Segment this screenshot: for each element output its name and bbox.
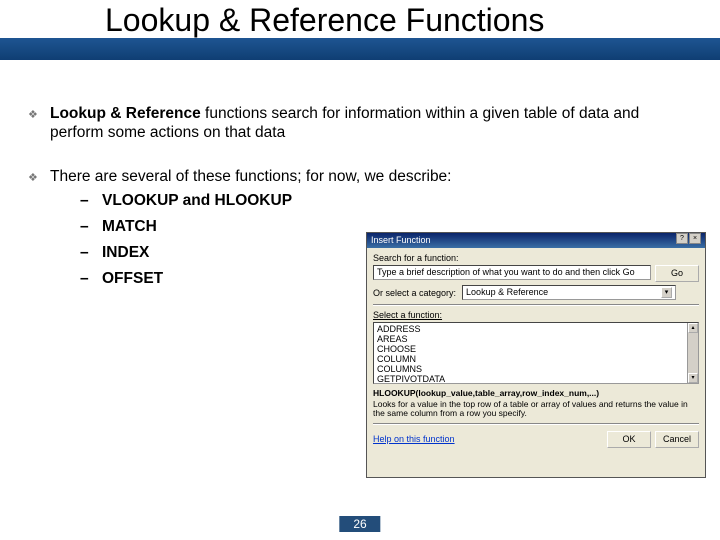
- category-value: Lookup & Reference: [466, 286, 548, 299]
- scroll-up-icon[interactable]: ▴: [688, 323, 698, 333]
- sub-item-label: VLOOKUP and HLOOKUP: [102, 192, 680, 210]
- help-icon[interactable]: ?: [676, 233, 688, 244]
- function-listbox[interactable]: ADDRESS AREAS CHOOSE COLUMN COLUMNS GETP…: [373, 322, 699, 384]
- sub-item: – VLOOKUP and HLOOKUP: [80, 192, 680, 210]
- bullet-1-bold: Lookup & Reference: [50, 105, 201, 122]
- help-link[interactable]: Help on this function: [373, 434, 455, 444]
- dialog-title-text: Insert Function: [371, 233, 431, 248]
- bullet-1-text: Lookup & Reference functions search for …: [50, 104, 680, 143]
- scrollbar[interactable]: ▴ ▾: [687, 323, 698, 383]
- function-description: Looks for a value in the top row of a ta…: [373, 400, 699, 419]
- page-number: 26: [339, 516, 380, 532]
- list-item[interactable]: COLUMN: [377, 354, 695, 364]
- bullet-2: ❖ There are several of these functions; …: [28, 167, 680, 186]
- insert-function-dialog: Insert Function ? × Search for a functio…: [366, 232, 706, 478]
- function-syntax: HLOOKUP(lookup_value,table_array,row_ind…: [373, 388, 699, 398]
- ok-button[interactable]: OK: [607, 431, 651, 448]
- separator: [373, 423, 699, 425]
- close-icon[interactable]: ×: [689, 233, 701, 244]
- dialog-titlebar[interactable]: Insert Function ? ×: [367, 233, 705, 248]
- cancel-button[interactable]: Cancel: [655, 431, 699, 448]
- list-item[interactable]: COLUMNS: [377, 364, 695, 374]
- list-item[interactable]: GETPIVOTDATA: [377, 374, 695, 384]
- dash-bullet-icon: –: [80, 192, 102, 210]
- diamond-bullet-icon: ❖: [28, 167, 50, 186]
- separator: [373, 304, 699, 306]
- list-item[interactable]: AREAS: [377, 334, 695, 344]
- search-input[interactable]: Type a brief description of what you wan…: [373, 265, 651, 280]
- scroll-down-icon[interactable]: ▾: [688, 373, 698, 383]
- chevron-down-icon[interactable]: ▾: [661, 287, 672, 298]
- bullet-1: ❖ Lookup & Reference functions search fo…: [28, 104, 680, 143]
- title-band: [0, 38, 720, 60]
- select-fn-label: Select a function:: [373, 310, 699, 320]
- category-select[interactable]: Lookup & Reference ▾: [462, 285, 676, 300]
- search-label: Search for a function:: [373, 253, 699, 263]
- diamond-bullet-icon: ❖: [28, 104, 50, 143]
- dash-bullet-icon: –: [80, 244, 102, 262]
- bullet-2-text: There are several of these functions; fo…: [50, 167, 680, 186]
- list-item[interactable]: ADDRESS: [377, 324, 695, 334]
- title-area: Lookup & Reference Functions: [0, 0, 720, 72]
- dash-bullet-icon: –: [80, 270, 102, 288]
- go-button[interactable]: Go: [655, 265, 699, 282]
- slide-title: Lookup & Reference Functions: [0, 0, 720, 40]
- category-label: Or select a category:: [373, 288, 456, 298]
- list-item[interactable]: CHOOSE: [377, 344, 695, 354]
- dash-bullet-icon: –: [80, 218, 102, 236]
